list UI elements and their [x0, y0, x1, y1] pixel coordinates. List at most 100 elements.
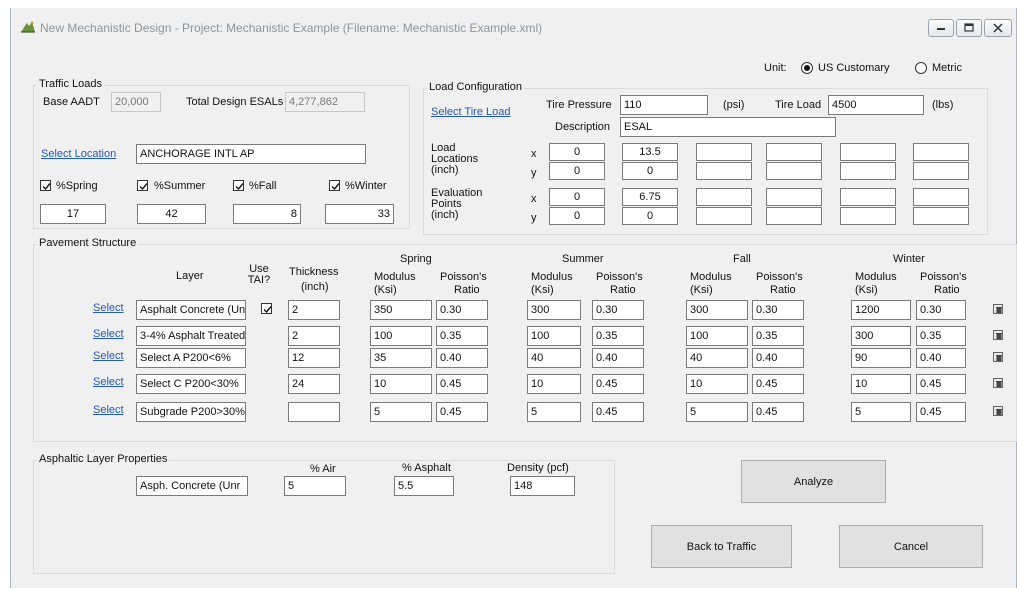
minimize-button[interactable]: [928, 19, 954, 37]
poisson-field[interactable]: 0.35: [436, 326, 488, 346]
load-x-field-3[interactable]: [696, 143, 752, 161]
winter-percent-field[interactable]: 33: [325, 204, 394, 224]
eval-y-field-4[interactable]: [766, 207, 822, 225]
poisson-field[interactable]: 0.45: [752, 402, 804, 422]
poisson-field[interactable]: 0.35: [592, 326, 644, 346]
modulus-field[interactable]: 35: [370, 348, 432, 368]
thickness-field[interactable]: 24: [288, 374, 340, 394]
poisson-field[interactable]: 0.45: [916, 374, 966, 394]
eval-y-field-5[interactable]: [840, 207, 896, 225]
select-layer-link[interactable]: Select: [93, 328, 124, 340]
delete-layer-button[interactable]: [993, 378, 1003, 388]
poisson-field[interactable]: 0.40: [916, 348, 966, 368]
base-aadt-field[interactable]: 20,000: [111, 92, 161, 112]
modulus-field[interactable]: 1200: [851, 300, 911, 320]
load-x-field-2[interactable]: 13.5: [622, 143, 678, 161]
asphalt-field[interactable]: 5.5: [394, 476, 454, 496]
layer-name-field[interactable]: 3-4% Asphalt Treated E: [136, 326, 246, 346]
modulus-field[interactable]: 40: [527, 348, 581, 368]
poisson-field[interactable]: 0.45: [592, 374, 644, 394]
modulus-field[interactable]: 300: [851, 326, 911, 346]
delete-layer-button[interactable]: [993, 304, 1003, 314]
delete-layer-button[interactable]: [993, 330, 1003, 340]
select-layer-link[interactable]: Select: [93, 376, 124, 388]
thickness-field[interactable]: 2: [288, 300, 340, 320]
poisson-field[interactable]: 0.45: [752, 374, 804, 394]
load-x-field-4[interactable]: [766, 143, 822, 161]
spring-checkbox[interactable]: [40, 180, 51, 191]
select-layer-link[interactable]: Select: [93, 350, 124, 362]
layer-name-field[interactable]: Select A P200<6%: [136, 348, 246, 368]
select-location-link[interactable]: Select Location: [41, 148, 116, 160]
select-layer-link[interactable]: Select: [93, 302, 124, 314]
delete-layer-button[interactable]: [993, 406, 1003, 416]
back-to-traffic-button[interactable]: Back to Traffic: [651, 525, 792, 568]
eval-y-field-3[interactable]: [696, 207, 752, 225]
modulus-field[interactable]: 90: [851, 348, 911, 368]
fall-checkbox[interactable]: [233, 180, 244, 191]
location-field[interactable]: ANCHORAGE INTL AP: [136, 144, 366, 164]
load-x-field-5[interactable]: [840, 143, 896, 161]
asphaltic-layer-field[interactable]: Asph. Concrete (Unr: [136, 476, 248, 496]
analyze-button[interactable]: Analyze: [741, 460, 886, 503]
modulus-field[interactable]: 5: [527, 402, 581, 422]
poisson-field[interactable]: 0.40: [752, 348, 804, 368]
poisson-field[interactable]: 0.45: [592, 402, 644, 422]
spring-percent-field[interactable]: 17: [40, 204, 106, 224]
delete-layer-button[interactable]: [993, 352, 1003, 362]
cancel-button[interactable]: Cancel: [839, 525, 983, 568]
poisson-field[interactable]: 0.30: [592, 300, 644, 320]
tire-load-field[interactable]: 4500: [828, 95, 924, 115]
load-y-field-5[interactable]: [840, 162, 896, 180]
load-x-field-6[interactable]: [913, 143, 969, 161]
modulus-field[interactable]: 5: [851, 402, 911, 422]
radio-metric[interactable]: [915, 62, 927, 74]
layer-name-field[interactable]: Subgrade P200>30%: [136, 402, 246, 422]
density-field[interactable]: 148: [510, 476, 575, 496]
tire-pressure-field[interactable]: 110: [620, 95, 708, 115]
modulus-field[interactable]: 300: [686, 300, 748, 320]
layer-name-field[interactable]: Asphalt Concrete (Unm: [136, 300, 246, 320]
modulus-field[interactable]: 5: [686, 402, 748, 422]
load-x-field-1[interactable]: 0: [549, 143, 605, 161]
winter-checkbox[interactable]: [329, 180, 340, 191]
load-y-field-1[interactable]: 0: [549, 162, 605, 180]
radio-us-customary[interactable]: [801, 62, 813, 74]
layer-name-field[interactable]: Select C P200<30%: [136, 374, 246, 394]
total-esals-field[interactable]: 4,277,862: [285, 92, 365, 112]
modulus-field[interactable]: 100: [370, 326, 432, 346]
thickness-field[interactable]: [288, 402, 340, 422]
poisson-field[interactable]: 0.35: [752, 326, 804, 346]
modulus-field[interactable]: 100: [527, 326, 581, 346]
poisson-field[interactable]: 0.30: [752, 300, 804, 320]
eval-x-field-5[interactable]: [840, 188, 896, 206]
poisson-field[interactable]: 0.40: [436, 348, 488, 368]
modulus-field[interactable]: 10: [686, 374, 748, 394]
eval-x-field-2[interactable]: 6.75: [622, 188, 678, 206]
poisson-field[interactable]: 0.40: [592, 348, 644, 368]
load-y-field-2[interactable]: 0: [622, 162, 678, 180]
select-tire-load-link[interactable]: Select Tire Load: [431, 106, 511, 118]
load-y-field-3[interactable]: [696, 162, 752, 180]
eval-x-field-3[interactable]: [696, 188, 752, 206]
load-y-field-6[interactable]: [913, 162, 969, 180]
eval-x-field-4[interactable]: [766, 188, 822, 206]
modulus-field[interactable]: 10: [370, 374, 432, 394]
poisson-field[interactable]: 0.45: [436, 374, 488, 394]
poisson-field[interactable]: 0.45: [436, 402, 488, 422]
load-y-field-4[interactable]: [766, 162, 822, 180]
modulus-field[interactable]: 10: [851, 374, 911, 394]
poisson-field[interactable]: 0.30: [916, 300, 966, 320]
eval-x-field-1[interactable]: 0: [549, 188, 605, 206]
thickness-field[interactable]: 12: [288, 348, 340, 368]
close-button[interactable]: [984, 19, 1012, 37]
select-layer-link[interactable]: Select: [93, 404, 124, 416]
thickness-field[interactable]: 2: [288, 326, 340, 346]
maximize-button[interactable]: [956, 19, 982, 37]
modulus-field[interactable]: 10: [527, 374, 581, 394]
modulus-field[interactable]: 40: [686, 348, 748, 368]
description-field[interactable]: ESAL: [620, 117, 836, 137]
modulus-field[interactable]: 5: [370, 402, 432, 422]
summer-percent-field[interactable]: 42: [137, 204, 206, 224]
modulus-field[interactable]: 300: [527, 300, 581, 320]
